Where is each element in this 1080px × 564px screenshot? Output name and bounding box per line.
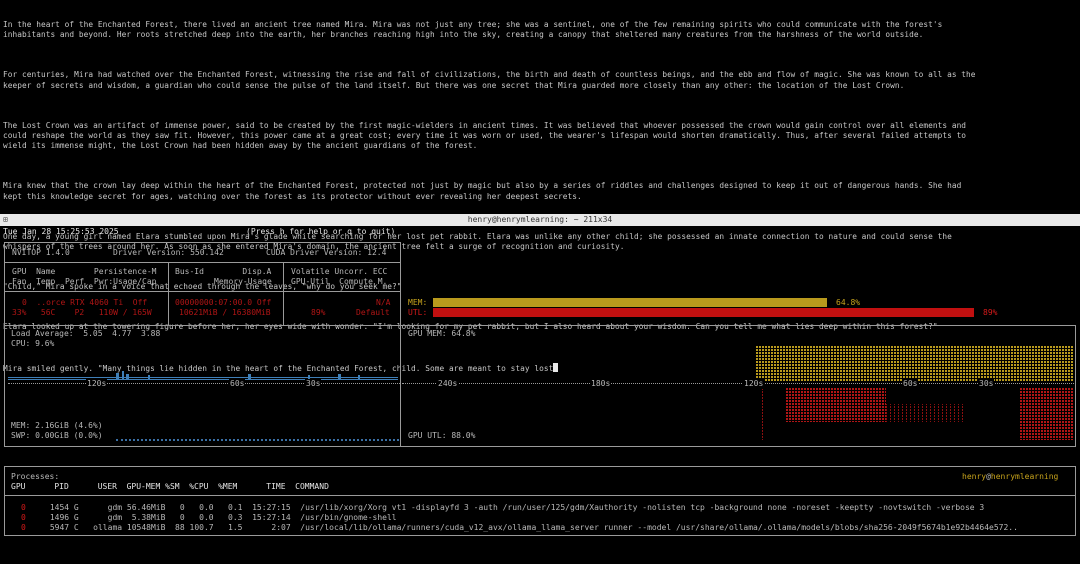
driver-version: Driver Version: 550.142: [113, 248, 224, 257]
process-gpu-index: 0: [21, 503, 26, 512]
time-tick: 60s: [229, 379, 246, 389]
process-details: 1496 G gdm 5.38MiB 0 0.0 0.3 15:27:14 /u…: [49, 513, 397, 522]
table-row[interactable]: 0 5947 C ollama 10548MiB 88 100.7 1.5 2:0…: [11, 523, 1018, 533]
gpu-ecc: N/A: [376, 298, 391, 307]
gpu-memory-usage: 10621MiB / 16380MiB: [179, 308, 271, 317]
divider: [168, 262, 169, 326]
time-tick: 180s: [590, 379, 612, 389]
utl-bar-label: UTL:: [408, 308, 428, 317]
divider: [4, 495, 1076, 496]
username: henry: [962, 472, 987, 481]
gpu-util: 89%: [311, 308, 326, 317]
cpu-percent: CPU: 9.6%: [11, 339, 55, 348]
pane-split-icon: ⊞: [3, 215, 8, 224]
story-paragraph: In the heart of the Enchanted Forest, th…: [3, 20, 943, 40]
swap-history-baseline: [116, 439, 399, 441]
pane-title: henry@henrymlearning: ~ 211x34: [467, 215, 613, 224]
gpu-name: 0 ..orce RTX 4060 Ti Off: [22, 298, 148, 307]
time-tick: 30s: [978, 379, 995, 389]
process-details: 1454 G gdm 56.46MiB 0 0.0 0.1 15:27:15 /…: [49, 503, 985, 512]
process-gpu-index: 0: [21, 523, 26, 532]
divider: [4, 262, 401, 263]
pane-title-bar[interactable]: ⊞ henry@henrymlearning: ~ 211x34: [0, 214, 1080, 226]
time-tick: 120s: [86, 379, 108, 389]
time-axis: [8, 383, 400, 384]
hostname: henrymlearning: [990, 472, 1059, 481]
gpu-utl-history-label: GPU UTL: 88.0%: [408, 431, 476, 440]
load-average: Load Average: 5.05 4.77 3.88: [11, 329, 161, 338]
host-memory: MEM: 2.16GiB (4.6%): [11, 421, 103, 430]
divider: [283, 262, 284, 326]
mem-bar-label: MEM:: [408, 298, 428, 307]
gpu-fan-temp-power: 33% 56C P2 110W / 165W: [12, 308, 152, 317]
utilization-bar: [433, 308, 974, 317]
host-swap: SWP: 0.00GiB (0.0%): [11, 431, 103, 440]
cpu-history-sparkline: [8, 371, 398, 380]
utl-bar-percent: 89%: [983, 308, 998, 317]
story-paragraph: For centuries, Mira had watched over the…: [3, 70, 976, 90]
user-host: henry@henrymlearning: [962, 472, 1058, 482]
gpu-history-chart: [756, 346, 1074, 440]
time-tick: 240s: [437, 379, 459, 389]
processes-label: Processes:: [11, 472, 60, 481]
nvitop-version: NVITOP 1.4.0: [12, 248, 70, 257]
datetime: Tue Jan 28 15:25:53 2025: [3, 227, 119, 236]
help-hint: (Press h for help or q to quit): [246, 227, 396, 236]
header-gpu-util: GPU-Util Compute M.: [291, 277, 388, 286]
process-gpu-index: 0: [21, 513, 26, 522]
header-memory-usage: Memory-Usage: [214, 277, 272, 286]
time-tick: 120s: [743, 379, 765, 389]
process-details: 5947 C ollama 10548MiB 88 100.7 1.5 2:07…: [49, 523, 1018, 532]
process-columns: GPU PID USER GPU-MEM %SM %CPU %MEM TIME …: [11, 482, 329, 491]
table-row[interactable]: 0 1454 G gdm 56.46MiB 0 0.0 0.1 15:27:15 …: [11, 503, 984, 513]
memory-usage-bar: [433, 298, 827, 307]
nvitop-pane: Tue Jan 28 15:25:53 2025 (Press h for he…: [0, 226, 1080, 564]
time-tick: 60s: [902, 379, 919, 389]
gpu-mem-history-label: GPU MEM: 64.8%: [408, 329, 476, 338]
time-axis: [402, 383, 1074, 384]
time-tick: 30s: [305, 379, 322, 389]
story-text-pane: In the heart of the Enchanted Forest, th…: [0, 0, 1080, 373]
gpu-compute-mode: Default: [356, 308, 390, 317]
mem-bar-percent: 64.8%: [836, 298, 861, 307]
story-paragraph: The Lost Crown was an artifact of immens…: [3, 120, 967, 151]
header-gpu-name: GPU Name Persistence-M: [12, 267, 157, 276]
cuda-version: CUDA Driver Version: 12.4: [266, 248, 387, 257]
gpu-bus-id: 00000000:07:00.0 Off: [175, 298, 272, 307]
story-paragraph: Mira knew that the crown lay deep within…: [3, 181, 962, 201]
divider: [4, 291, 401, 292]
header-bus-id: Bus-Id Disp.A: [175, 267, 272, 276]
header-fan-temp: Fan Temp Perf Pwr:Usage/Cap: [12, 277, 157, 286]
table-row[interactable]: 0 1496 G gdm 5.38MiB 0 0.0 0.3 15:27:14 /…: [11, 513, 397, 523]
header-volatile: Volatile Uncorr. ECC: [291, 267, 388, 276]
